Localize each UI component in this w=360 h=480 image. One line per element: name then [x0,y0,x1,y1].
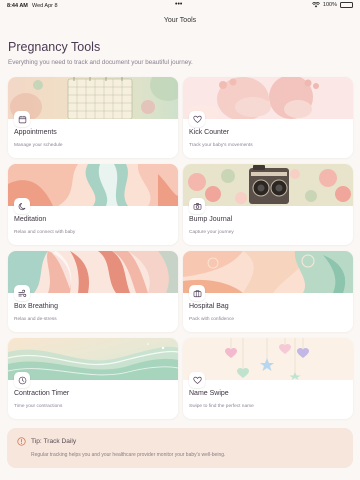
tip-body: Regular tracking helps you and your heal… [31,452,226,458]
tool-card-box-breathing[interactable]: Box Breathing Relax and de-stress [8,251,178,332]
tool-card-hospital-bag[interactable]: Hospital Bag Pack with confidence [183,251,353,332]
wifi-icon [311,2,320,8]
hospital-bag-artwork [183,251,353,293]
appointments-artwork [8,77,178,119]
contraction-timer-artwork [8,338,178,380]
tool-card-title: Hospital Bag [189,303,229,310]
meditation-artwork [8,164,178,206]
tool-card-appointments[interactable]: Appointments Manage your schedule [8,77,178,158]
tool-card-bump-journal[interactable]: Bump Journal Capture your journey [183,164,353,245]
tool-card-title: Appointments [14,129,57,136]
tool-card-description: Relax and de-stress [14,317,57,322]
camera-icon [189,198,205,214]
tool-card-description: Pack with confidence [189,317,235,322]
tool-card-title: Name Swipe [189,390,229,397]
status-bar: 8:44 AM Wed Apr 8 ••• 100% [0,0,360,12]
nav-title: Your Tools [163,17,197,24]
calendar-icon [14,111,30,127]
tool-card-contraction-timer[interactable]: Contraction Timer Time your contractions [8,338,178,419]
status-right: 100% [311,2,353,8]
tip-title: Tip: Track Daily [31,438,77,445]
kick-counter-artwork [183,77,353,119]
name-swipe-artwork [183,338,353,380]
tool-card-title: Bump Journal [189,216,233,223]
tool-card-title: Contraction Timer [14,390,70,397]
tool-card-title: Kick Counter [189,129,230,136]
heart-icon [189,111,205,127]
box-breathing-artwork [8,251,178,293]
battery-percent: 100% [322,2,337,8]
tool-card-kick-counter[interactable]: Kick Counter Track your baby's movements [183,77,353,158]
tool-card-title: Meditation [14,216,47,223]
tool-card-meditation[interactable]: Meditation Relax and connect with baby [8,164,178,245]
page-subtitle: Everything you need to track and documen… [8,59,193,66]
moon-icon [14,198,30,214]
page-title: Pregnancy Tools [8,40,101,54]
tool-card-description: Time your contractions [14,404,63,409]
status-date: Wed Apr 8 [32,3,58,9]
tool-card-description: Swipe to find the perfect name [189,404,254,409]
wind-icon [14,285,30,301]
clock-icon [14,372,30,388]
bump-journal-artwork [183,164,353,206]
tool-card-description: Track your baby's movements [189,143,253,148]
tool-card-description: Capture your journey [189,230,234,235]
multitasking-dots-icon[interactable]: ••• [175,1,182,8]
bag-icon [189,285,205,301]
heart-icon [189,372,205,388]
tool-card-title: Box Breathing [14,303,58,310]
tool-card-description: Relax and connect with baby [14,230,76,235]
battery-icon [340,2,353,8]
tool-card-name-swipe[interactable]: Name Swipe Swipe to find the perfect nam… [183,338,353,419]
tip-banner: Tip: Track Daily Regular tracking helps … [7,428,353,468]
info-icon [17,437,26,446]
tool-card-description: Manage your schedule [14,143,63,148]
status-time: 8:44 AM [7,3,28,9]
